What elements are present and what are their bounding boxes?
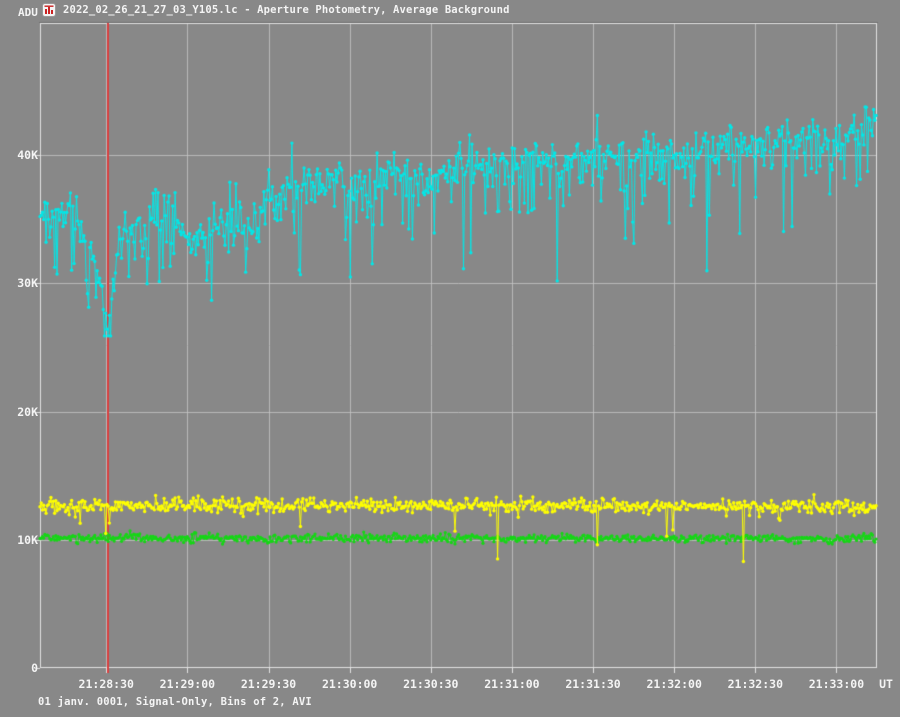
status-bar-text: 01 janv. 0001, Signal-Only, Bins of 2, A… bbox=[38, 696, 312, 708]
y-tick-label: 30K bbox=[4, 276, 38, 290]
x-tick-label: 21:28:30 bbox=[79, 677, 134, 691]
x-tick-label: 21:33:00 bbox=[809, 677, 864, 691]
window-title: 2022_02_26_21_27_03_Y105.lc - Aperture P… bbox=[63, 4, 510, 16]
app-icon bbox=[42, 3, 56, 17]
y-tick-label: 40K bbox=[4, 148, 38, 162]
y-axis-unit-label: ADU bbox=[18, 6, 38, 19]
light-curve-window: ADU 2022_02_26_21_27_03_Y105.lc - Apertu… bbox=[0, 0, 900, 717]
y-tick-label: 10K bbox=[4, 533, 38, 547]
light-curve-plot-canvas[interactable] bbox=[0, 0, 900, 717]
x-tick-label: 21:29:00 bbox=[160, 677, 215, 691]
x-tick-label: 21:30:30 bbox=[403, 677, 458, 691]
x-tick-label: 21:31:30 bbox=[565, 677, 620, 691]
y-tick-label: 0 bbox=[4, 661, 38, 675]
x-tick-label: 21:29:30 bbox=[241, 677, 296, 691]
x-tick-label: 21:31:00 bbox=[484, 677, 539, 691]
x-tick-label: 21:32:00 bbox=[646, 677, 701, 691]
x-tick-label: 21:32:30 bbox=[728, 677, 783, 691]
x-tick-label: 21:30:00 bbox=[322, 677, 377, 691]
x-axis-unit-label: UT bbox=[879, 677, 893, 691]
y-tick-label: 20K bbox=[4, 405, 38, 419]
